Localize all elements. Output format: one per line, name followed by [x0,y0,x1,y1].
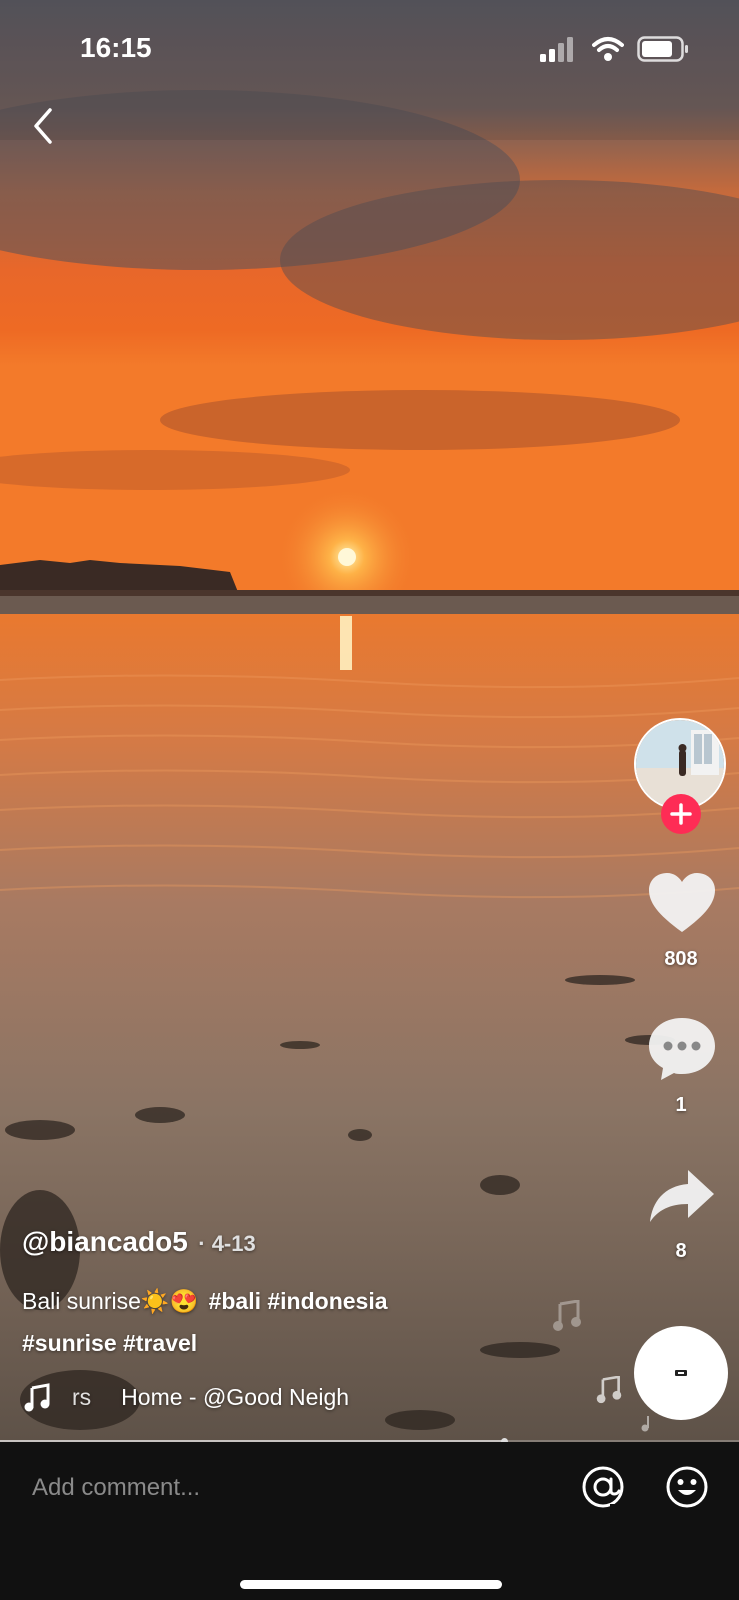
caption-text: Bali sunrise [22,1288,141,1314]
comment-button[interactable] [647,1016,717,1087]
back-arrow-icon[interactable] [26,104,66,148]
battery-icon [637,36,689,67]
wifi-icon [592,36,624,67]
follow-button[interactable] [661,794,701,834]
author-info: @biancado5 · 4-13 [22,1226,256,1258]
share-button[interactable] [648,1168,716,1231]
music-disc-icon[interactable] [634,1326,728,1420]
plus-icon [670,803,692,825]
status-time: 16:15 [80,32,152,63]
caption-hashtags[interactable]: #bali #indonesia [209,1288,388,1314]
caption-line-1: Bali sunrise☀️😍 #bali #indonesia [22,1288,388,1315]
comment-icon [649,1018,715,1080]
caption-emoji: ☀️😍 [140,1288,199,1314]
music-note-icon [552,1299,582,1337]
at-icon[interactable] [580,1464,626,1515]
signal-icon [538,36,578,67]
music-note-icon [594,1375,624,1409]
heart-icon [649,873,715,932]
music-title-partial: rs [72,1383,92,1410]
like-button[interactable] [647,872,717,941]
caption-hashtags-line-2[interactable]: #sunrise #travel [22,1330,197,1357]
like-count: 808 [664,948,698,970]
share-icon [650,1170,714,1222]
music-note-icon [640,1414,654,1437]
author-handle[interactable]: @biancado5 [22,1226,188,1257]
music-title: Home - @Good Neigh [121,1383,350,1410]
share-count: 8 [675,1240,687,1262]
comment-count: 1 [675,1094,687,1116]
post-date: · 4-13 [198,1231,256,1256]
comment-bar [0,1442,739,1600]
music-info[interactable]: rs Home - @Good Neigh [22,1382,349,1412]
emoji-icon[interactable] [664,1464,710,1515]
comment-input[interactable] [30,1462,554,1514]
home-indicator [240,1580,502,1589]
music-note-icon [24,1383,50,1412]
video-player-screen: 16:15 808 1 8 @biancado5 · 4-13 Bali sun… [0,0,739,1600]
